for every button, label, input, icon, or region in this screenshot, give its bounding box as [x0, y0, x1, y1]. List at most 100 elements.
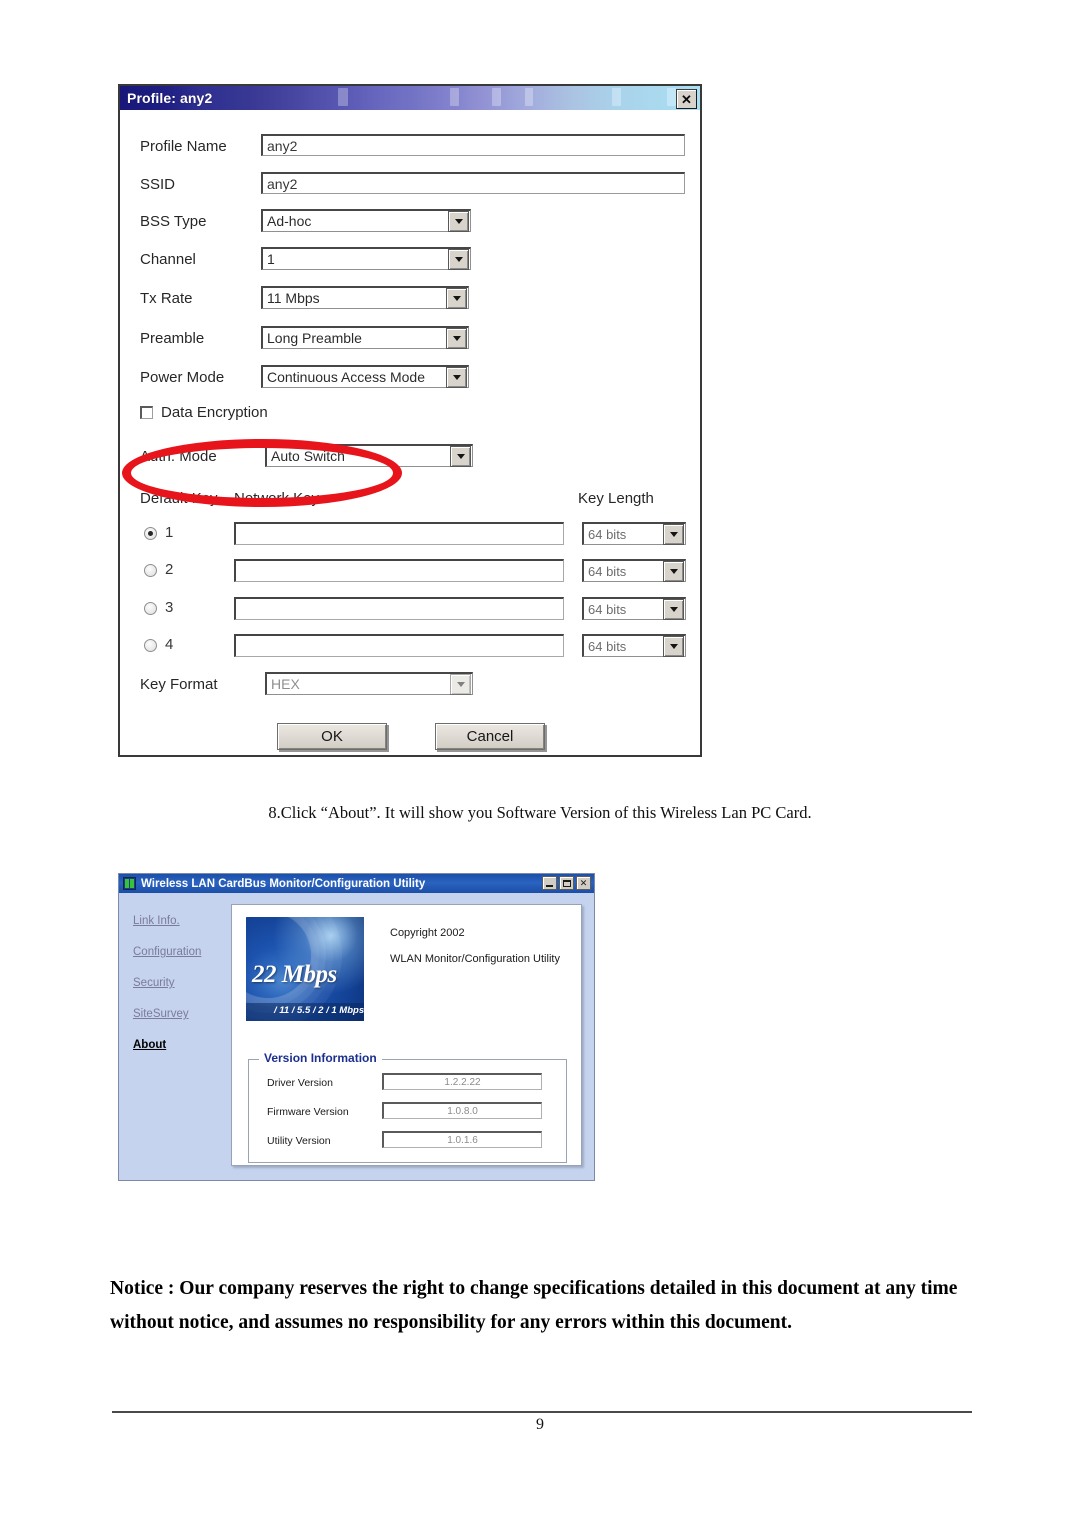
maximize-icon[interactable] [559, 876, 574, 890]
sidebar-item-link-info[interactable]: Link Info. [133, 915, 225, 927]
key-length-value: 64 bits [588, 563, 627, 579]
bss-type-value: Ad-hoc [267, 213, 312, 229]
chevron-down-icon[interactable] [663, 598, 684, 620]
data-encryption-label: Data Encryption [161, 404, 268, 421]
field-row-bss-type: BSS Type Ad-hoc [120, 209, 700, 239]
copyright-text: Copyright 2002 [390, 927, 465, 939]
key-index-label: 1 [165, 524, 174, 541]
title-bar-artifact [338, 88, 348, 106]
chevron-down-icon[interactable] [448, 248, 469, 270]
channel-label: Channel [140, 251, 196, 268]
data-encryption-checkbox[interactable]: Data Encryption [140, 404, 268, 421]
close-icon[interactable]: ✕ [676, 89, 697, 109]
sidebar-item-about[interactable]: About [133, 1039, 225, 1051]
notice-paragraph: Notice : Our company reserves the right … [110, 1272, 990, 1340]
chevron-down-icon[interactable] [663, 523, 684, 545]
ok-button[interactable]: OK [277, 723, 387, 750]
firmware-version-value: 1.0.8.0 [382, 1102, 542, 1119]
close-icon[interactable]: ✕ [576, 876, 591, 890]
field-row-profile-name: Profile Name any2 [120, 134, 700, 164]
about-window-title: Wireless LAN CardBus Monitor/Configurati… [141, 877, 426, 890]
network-key-input-1[interactable] [234, 522, 564, 545]
key-length-select-1[interactable]: 64 bits [582, 522, 686, 545]
preamble-label: Preamble [140, 330, 205, 347]
title-bar-artifact [525, 88, 533, 106]
network-key-input-2[interactable] [234, 559, 564, 582]
key-length-cell: 64 bits [582, 634, 686, 657]
chevron-down-icon[interactable] [450, 445, 471, 467]
key-index-label: 4 [165, 636, 174, 653]
chevron-down-icon[interactable] [446, 366, 467, 388]
key-length-select-3[interactable]: 64 bits [582, 597, 686, 620]
sidebar-item-security[interactable]: Security [133, 977, 225, 989]
field-row-auth-mode: Auth. Mode Auto Switch [120, 444, 700, 474]
title-bar-artifact [492, 88, 501, 106]
key-length-value: 64 bits [588, 526, 627, 542]
network-key-input-3[interactable] [234, 597, 564, 620]
key-row: 2 64 bits [120, 559, 700, 593]
chevron-down-icon[interactable] [663, 635, 684, 657]
key-length-select-4[interactable]: 64 bits [582, 634, 686, 657]
channel-select[interactable]: 1 [261, 247, 471, 270]
about-window-title-bar[interactable]: Wireless LAN CardBus Monitor/Configurati… [119, 874, 594, 893]
default-key-radio-3[interactable] [144, 602, 157, 615]
preamble-select[interactable]: Long Preamble [261, 326, 469, 349]
auth-mode-value: Auto Switch [271, 448, 345, 464]
chevron-down-icon[interactable] [450, 673, 471, 695]
key-length-value: 64 bits [588, 638, 627, 654]
key-length-cell: 64 bits [582, 522, 686, 545]
tx-rate-label: Tx Rate [140, 290, 193, 307]
ssid-input[interactable]: any2 [261, 172, 685, 194]
chevron-down-icon[interactable] [448, 210, 469, 232]
about-window-body: Link Info. Configuration Security SiteSu… [119, 893, 594, 1180]
chevron-down-icon[interactable] [663, 560, 684, 582]
field-row-tx-rate: Tx Rate 11 Mbps [120, 286, 700, 316]
key-length-cell: 64 bits [582, 559, 686, 582]
about-content-panel: 22 Mbps / 11 / 5.5 / 2 / 1 Mbps Copyrigh… [231, 904, 582, 1166]
bss-type-label: BSS Type [140, 213, 207, 230]
minimize-icon[interactable] [542, 876, 557, 890]
title-bar-artifact [612, 88, 621, 106]
sidebar-nav: Link Info. Configuration Security SiteSu… [119, 893, 225, 1070]
profile-dialog-title-bar[interactable]: Profile: any2 ✕ [120, 86, 700, 110]
field-row-ssid: SSID any2 [120, 172, 700, 202]
chevron-down-icon[interactable] [446, 327, 467, 349]
version-row: Driver Version 1.2.2.22 [249, 1073, 566, 1095]
logo-rates-label: / 11 / 5.5 / 2 / 1 Mbps [274, 1005, 364, 1016]
title-bar-artifact [450, 88, 459, 106]
key-row: 4 64 bits [120, 634, 700, 668]
default-key-radio-4[interactable] [144, 639, 157, 652]
about-window: Wireless LAN CardBus Monitor/Configurati… [118, 873, 595, 1181]
chevron-down-icon[interactable] [446, 287, 467, 309]
power-mode-select[interactable]: Continuous Access Mode [261, 365, 469, 388]
tx-rate-select[interactable]: 11 Mbps [261, 286, 469, 309]
checkbox-icon[interactable] [140, 406, 153, 419]
default-key-radio-2[interactable] [144, 564, 157, 577]
default-key-radio-1[interactable] [144, 527, 157, 540]
key-format-select[interactable]: HEX [265, 672, 473, 695]
key-index-label: 3 [165, 599, 174, 616]
cancel-button[interactable]: Cancel [435, 723, 545, 750]
key-length-header: Key Length [578, 490, 654, 507]
network-key-header: Network Key [234, 490, 320, 507]
preamble-value: Long Preamble [267, 330, 362, 346]
utility-version-label: Utility Version [267, 1135, 331, 1147]
sidebar-item-configuration[interactable]: Configuration [133, 946, 225, 958]
profile-dialog: Profile: any2 ✕ Profile Name any2 SSID a… [118, 84, 702, 757]
footer-divider [112, 1411, 972, 1413]
driver-version-value: 1.2.2.22 [382, 1073, 542, 1090]
version-information-group: Version Information Driver Version 1.2.2… [248, 1051, 567, 1163]
sidebar-item-sitesurvey[interactable]: SiteSurvey [133, 1008, 225, 1020]
tx-rate-value: 11 Mbps [267, 290, 320, 306]
key-format-label: Key Format [140, 676, 218, 693]
bss-type-select[interactable]: Ad-hoc [261, 209, 471, 232]
key-index-label: 2 [165, 561, 174, 578]
auth-mode-select[interactable]: Auto Switch [265, 444, 473, 467]
key-length-select-2[interactable]: 64 bits [582, 559, 686, 582]
field-row-key-format: Key Format HEX [120, 672, 700, 702]
window-controls: ✕ [542, 876, 591, 890]
field-row-channel: Channel 1 [120, 247, 700, 277]
notice-line-1: Notice : Our company reserves the right … [110, 1278, 958, 1299]
network-key-input-4[interactable] [234, 634, 564, 657]
profile-name-input[interactable]: any2 [261, 134, 685, 156]
